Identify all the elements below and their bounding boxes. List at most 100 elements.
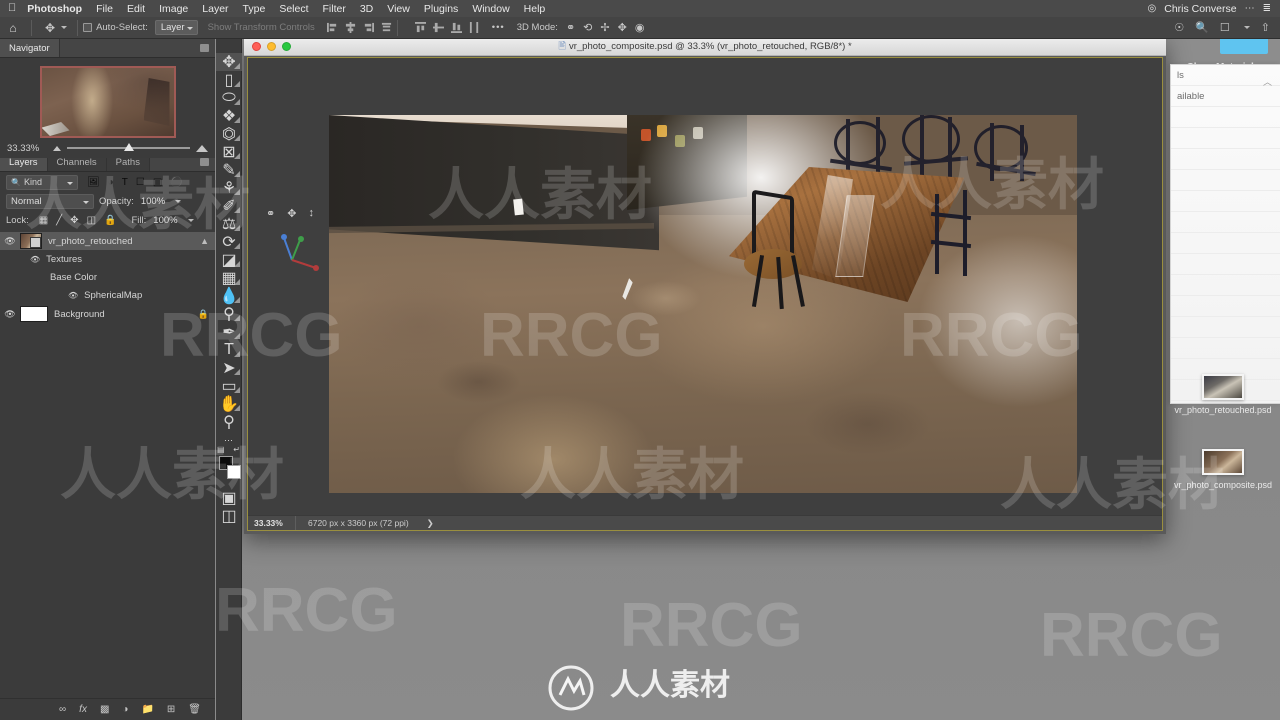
adjustment-filter-icon[interactable]: ◑ bbox=[108, 177, 114, 188]
layer-mask-icon[interactable]: ▩ bbox=[100, 704, 109, 715]
table-row[interactable]: Base Color bbox=[0, 268, 215, 286]
menu-image[interactable]: Image bbox=[152, 3, 195, 15]
sidebar-row-10[interactable] bbox=[1171, 254, 1280, 275]
sidebar-white-panel[interactable]: ls ailable bbox=[1170, 64, 1280, 404]
layer-name[interactable]: Background bbox=[54, 309, 105, 320]
layer-thumbnail[interactable] bbox=[20, 306, 48, 322]
menu-select[interactable]: Select bbox=[272, 3, 315, 15]
panel-menu-icon[interactable] bbox=[194, 39, 215, 57]
blur-tool-icon[interactable]: 💧 bbox=[216, 287, 242, 305]
sidebar-file-composite[interactable]: vr_photo_composite.psd bbox=[1166, 449, 1280, 491]
screen-mode-icon[interactable]: ◫ bbox=[216, 507, 242, 525]
navigator-thumbnail[interactable] bbox=[39, 66, 176, 138]
canvas-stage[interactable]: ⚭ ✥ ↕ 33.33% 6720 px x 3360 px (72 ppi) … bbox=[248, 58, 1162, 530]
share-icon[interactable]: ⇧ bbox=[1261, 21, 1270, 34]
menu-user-name[interactable]: Chris Converse bbox=[1164, 3, 1236, 15]
active-tool-preset[interactable]: ✥ bbox=[40, 21, 72, 35]
adjustment-layer-icon[interactable]: ◑ bbox=[122, 704, 128, 715]
default-colors-icon[interactable]: ▤ bbox=[217, 445, 225, 454]
menu-type[interactable]: Type bbox=[236, 3, 273, 15]
status-expand-icon[interactable]: ❯ bbox=[409, 518, 434, 529]
navigator-zoom-value[interactable]: 33.33% bbox=[7, 143, 47, 154]
menu-help[interactable]: Help bbox=[517, 3, 553, 15]
document-title-bar[interactable]: 🖹 vr_photo_composite.psd @ 33.3% (vr_phot… bbox=[244, 38, 1166, 56]
record-icon[interactable]: ◎ bbox=[1148, 3, 1157, 14]
vr-photo-image[interactable] bbox=[329, 115, 1077, 493]
distribute-left-icon[interactable] bbox=[469, 22, 480, 33]
chevron-down-icon[interactable] bbox=[1243, 26, 1250, 29]
brush-tool-icon[interactable]: ✐ bbox=[216, 197, 242, 215]
table-row[interactable]: 👁 Background 🔒 bbox=[0, 304, 215, 324]
ellipsis-icon[interactable]: ⋯ bbox=[1245, 3, 1255, 14]
hand-tool-icon[interactable]: ✋ bbox=[216, 395, 242, 413]
dodge-tool-icon[interactable]: ⚲ bbox=[216, 305, 242, 323]
slide-3d-icon[interactable]: ↕ bbox=[308, 207, 314, 220]
healing-brush-tool-icon[interactable]: ⚘ bbox=[216, 179, 242, 197]
toggle-filter-icon[interactable]: ⚫ bbox=[170, 177, 182, 188]
auto-select-checkbox[interactable] bbox=[83, 23, 93, 32]
quick-mask-icon[interactable]: ▣ bbox=[216, 489, 242, 507]
auto-select-dropdown[interactable]: Layer bbox=[154, 20, 198, 35]
clone-stamp-tool-icon[interactable]: ⚖ bbox=[216, 215, 242, 233]
search-plus-icon[interactable]: ☉ bbox=[1174, 21, 1184, 34]
align-left-icon[interactable] bbox=[326, 22, 338, 33]
blend-mode-dropdown[interactable]: Normal bbox=[6, 194, 94, 209]
type-filter-icon[interactable]: T bbox=[122, 177, 128, 188]
lock-transparent-icon[interactable]: ▦ bbox=[39, 215, 48, 226]
sidebar-row-3[interactable] bbox=[1171, 107, 1280, 128]
sidebar-row-2[interactable]: ailable bbox=[1171, 86, 1280, 107]
layer-name[interactable]: Textures bbox=[46, 254, 82, 265]
lasso-tool-icon[interactable]: ⬭ bbox=[216, 89, 242, 107]
lock-all-icon[interactable]: 🔒 bbox=[198, 309, 209, 320]
show-transform-controls-label[interactable]: Show Transform Controls bbox=[208, 22, 315, 33]
zoom-slider-knob[interactable] bbox=[123, 143, 134, 151]
sidebar-row-14[interactable] bbox=[1171, 338, 1280, 359]
pen-tool-icon[interactable]: ✒ bbox=[216, 323, 242, 341]
opacity-value[interactable]: 100% bbox=[139, 196, 167, 207]
more-options-icon[interactable]: ••• bbox=[492, 22, 505, 33]
3d-roll-icon[interactable]: ⟲ bbox=[583, 21, 592, 34]
sidebar-row-9[interactable] bbox=[1171, 233, 1280, 254]
sidebar-row-6[interactable] bbox=[1171, 170, 1280, 191]
swap-colors-icon[interactable]: ↵ bbox=[233, 445, 240, 454]
lock-position-icon[interactable]: ✥ bbox=[70, 215, 78, 226]
sidebar-file-retouched[interactable]: vr_photo_retouched.psd bbox=[1166, 374, 1280, 416]
menu-filter[interactable]: Filter bbox=[316, 3, 353, 15]
lock-all-icon[interactable]: 🔒 bbox=[104, 215, 116, 226]
control-center-icon[interactable]: ≣ bbox=[1263, 3, 1271, 14]
3d-orbit-icon[interactable]: ⚭ bbox=[566, 21, 575, 34]
sidebar-row-12[interactable] bbox=[1171, 296, 1280, 317]
distribute-vertical-center-icon[interactable] bbox=[432, 22, 444, 33]
workspace-icon[interactable]: ☐ bbox=[1220, 21, 1230, 34]
menu-window[interactable]: Window bbox=[465, 3, 516, 15]
layer-visibility-icon[interactable]: 👁 bbox=[0, 236, 20, 247]
layer-name[interactable]: vr_photo_retouched bbox=[48, 236, 133, 247]
delete-layer-icon[interactable]: 🗑 bbox=[188, 704, 201, 715]
home-icon[interactable]: ⌂ bbox=[0, 21, 26, 35]
rectangle-tool-icon[interactable]: ▭ bbox=[216, 377, 242, 395]
layer-style-fx-icon[interactable]: fx bbox=[79, 704, 87, 715]
chevron-up-icon[interactable]: ︿ bbox=[1263, 75, 1272, 88]
apple-icon[interactable]:  bbox=[0, 3, 25, 14]
table-row[interactable]: 👁 Textures bbox=[0, 250, 215, 268]
3d-zoom-icon[interactable]: ◉ bbox=[635, 21, 645, 34]
layer-visibility-icon[interactable]: 👁 bbox=[68, 291, 78, 300]
fill-value[interactable]: 100% bbox=[151, 215, 179, 226]
eraser-tool-icon[interactable]: ◪ bbox=[216, 251, 242, 269]
align-center-horizontal-icon[interactable] bbox=[345, 22, 356, 33]
sidebar-row-8[interactable] bbox=[1171, 212, 1280, 233]
eyedropper-tool-icon[interactable]: ✎ bbox=[216, 161, 242, 179]
tab-navigator[interactable]: Navigator bbox=[0, 39, 60, 57]
menu-3d[interactable]: 3D bbox=[353, 3, 380, 15]
distribute-bottom-icon[interactable] bbox=[450, 22, 462, 33]
layer-visibility-icon[interactable]: 👁 bbox=[30, 255, 40, 264]
lock-artboard-icon[interactable]: ◫ bbox=[87, 215, 96, 226]
crop-tool-icon[interactable]: ⏣ bbox=[216, 125, 242, 143]
3d-slide-icon[interactable]: ✥ bbox=[618, 21, 627, 34]
search-icon[interactable]: 🔍 bbox=[1195, 21, 1209, 34]
menu-app-name[interactable]: Photoshop bbox=[25, 3, 89, 15]
zoom-out-icon[interactable] bbox=[53, 145, 61, 151]
chevron-down-icon[interactable] bbox=[187, 219, 194, 222]
frame-tool-icon[interactable]: ⊠ bbox=[216, 143, 242, 161]
menu-edit[interactable]: Edit bbox=[120, 3, 152, 15]
